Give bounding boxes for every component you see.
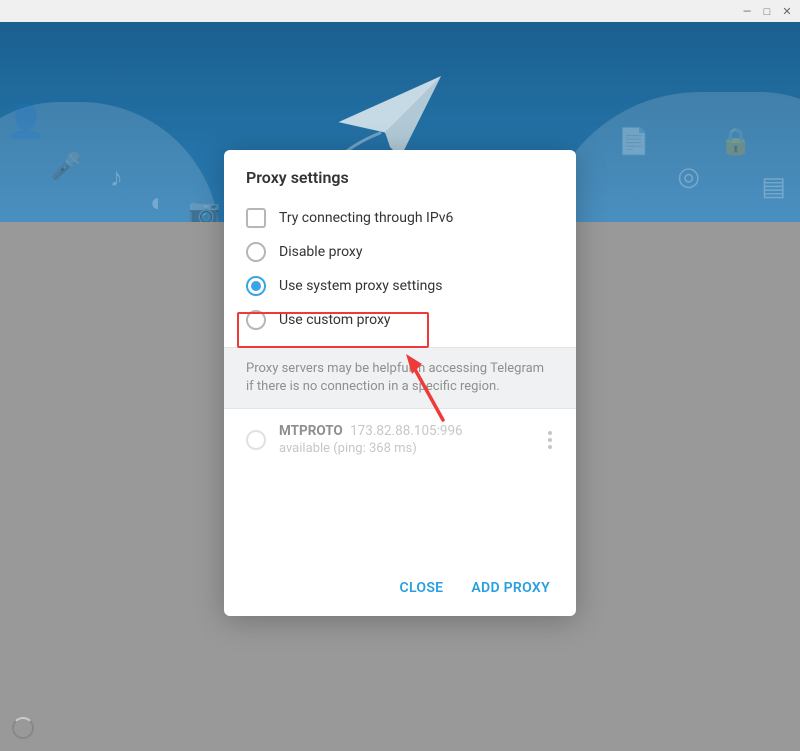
- proxy-status: available (ping: 368 ms): [279, 441, 529, 456]
- proxy-info: MTPROTO 173.82.88.105:996 available (pin…: [279, 423, 529, 456]
- robot-icon: ◎: [677, 162, 700, 192]
- option-label: Try connecting through IPv6: [279, 210, 453, 226]
- close-button[interactable]: CLOSE: [400, 580, 444, 596]
- lock-icon: 🔒: [720, 127, 752, 157]
- dialog-actions: CLOSE ADD PROXY: [224, 562, 576, 616]
- radio-unselected-icon: [246, 430, 266, 450]
- system-proxy-option[interactable]: Use system proxy settings: [224, 269, 576, 303]
- radio-unselected-icon: [246, 242, 266, 262]
- disable-proxy-option[interactable]: Disable proxy: [224, 235, 576, 269]
- option-label: Use custom proxy: [279, 312, 391, 328]
- proxy-settings-dialog: Proxy settings Try connecting through IP…: [224, 150, 576, 616]
- proxy-address: 173.82.88.105:996: [350, 423, 463, 439]
- ipv6-option[interactable]: Try connecting through IPv6: [224, 201, 576, 235]
- mic-icon: 🎤: [50, 152, 82, 182]
- window-close-button[interactable]: ✕: [780, 4, 794, 18]
- radio-unselected-icon: [246, 310, 266, 330]
- dialog-title: Proxy settings: [224, 150, 576, 201]
- loading-spinner-icon: [12, 717, 34, 739]
- proxy-list-item[interactable]: MTPROTO 173.82.88.105:996 available (pin…: [224, 409, 576, 470]
- camera-icon: 📷: [188, 197, 220, 222]
- proxy-protocol: MTPROTO: [279, 423, 343, 439]
- window-maximize-button[interactable]: □: [760, 4, 774, 18]
- custom-proxy-option[interactable]: Use custom proxy: [224, 303, 576, 337]
- cloud-decoration: [540, 92, 800, 222]
- checkbox-unchecked-icon: [246, 208, 266, 228]
- option-label: Disable proxy: [279, 244, 362, 260]
- option-label: Use system proxy settings: [279, 278, 442, 294]
- book-icon: ▤: [761, 172, 786, 202]
- person-icon: 👤: [6, 102, 46, 140]
- doc-icon: 📄: [618, 127, 650, 157]
- radio-selected-icon: [246, 276, 266, 296]
- headphones-icon: ◐: [150, 187, 166, 218]
- add-proxy-button[interactable]: ADD PROXY: [471, 580, 550, 596]
- music-icon: ♪: [110, 162, 123, 193]
- more-menu-icon[interactable]: [542, 425, 558, 455]
- window-minimize-button[interactable]: —: [740, 4, 754, 18]
- info-text: Proxy servers may be helpful in accessin…: [224, 347, 576, 409]
- titlebar: — □ ✕: [0, 0, 800, 22]
